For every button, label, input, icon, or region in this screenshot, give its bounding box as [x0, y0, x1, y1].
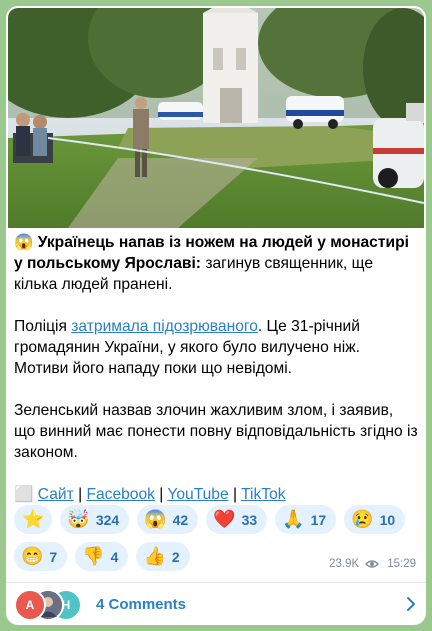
reaction-cry[interactable]: 😢 10 — [344, 505, 406, 534]
reaction-exploding-head[interactable]: 🤯 324 — [60, 505, 130, 534]
comments-button[interactable]: A H 4 Comments — [6, 583, 426, 625]
scream-icon: 😱 — [144, 509, 167, 529]
reaction-count: 10 — [379, 511, 396, 528]
post-text: 😱 Українець напав із ножем на людей у мо… — [14, 232, 418, 526]
reaction-count: 2 — [171, 548, 180, 565]
post-photo[interactable] — [8, 8, 424, 228]
view-count: 23.9K — [329, 558, 360, 570]
avatar-letter: A — [25, 598, 35, 612]
reaction-grin[interactable]: 😁 7 — [14, 542, 68, 571]
scream-emoji: 😱 — [14, 234, 34, 251]
youtube-link[interactable]: YouTube — [167, 486, 228, 503]
paragraph-2: Поліція затримала підозрюваного. Це 31-р… — [14, 316, 418, 379]
paragraph-3: Зеленський назвав злочин жахливим злом, … — [14, 402, 418, 461]
reaction-count: 33 — [241, 511, 258, 528]
reaction-thumbs-up[interactable]: 👍 2 — [136, 542, 190, 571]
commenter-avatars: A H — [14, 589, 94, 621]
separator: | — [154, 486, 168, 503]
square-emoji: ⬜ — [14, 486, 34, 503]
thumbs-down-icon: 👎 — [82, 546, 105, 566]
site-link[interactable]: Сайт — [38, 486, 74, 503]
reaction-count: 42 — [172, 511, 189, 528]
p2-before: Поліція — [14, 318, 72, 335]
thumbs-up-icon: 👍 — [143, 546, 166, 566]
message-meta: 23.9K 15:29 — [329, 558, 416, 570]
reaction-count: 324 — [95, 511, 120, 528]
exploding-head-icon: 🤯 — [67, 509, 90, 529]
tiktok-link[interactable]: TikTok — [241, 486, 285, 503]
reaction-count: 17 — [310, 511, 327, 528]
reactions-row-1: ⭐ 🤯 324 😱 42 ❤️ 33 🙏 17 😢 10 — [14, 505, 414, 534]
star-icon: ⭐ — [22, 509, 45, 529]
reaction-pray[interactable]: 🙏 17 — [275, 505, 337, 534]
crying-face-icon: 😢 — [351, 509, 374, 529]
social-links: ⬜ Сайт | Facebook | YouTube | TikTok — [14, 484, 418, 505]
reaction-count: 4 — [110, 548, 119, 565]
facebook-link[interactable]: Facebook — [86, 486, 154, 503]
reaction-thumbs-down[interactable]: 👎 4 — [75, 542, 129, 571]
message-card: 😱 Українець напав із ножем на людей у мо… — [6, 6, 426, 625]
message-time: 15:29 — [387, 558, 416, 570]
avatar: A — [14, 589, 46, 621]
pray-icon: 🙏 — [282, 509, 305, 529]
grin-icon: 😁 — [21, 546, 44, 566]
reaction-count: 7 — [49, 548, 58, 565]
chevron-right-icon — [407, 597, 415, 611]
separator: | — [228, 486, 242, 503]
reaction-heart[interactable]: ❤️ 33 — [206, 505, 268, 534]
heart-icon: ❤️ — [213, 509, 236, 529]
photo-image — [8, 8, 424, 228]
reaction-scream[interactable]: 😱 42 — [137, 505, 199, 534]
star-reaction[interactable]: ⭐ — [14, 505, 53, 534]
suspect-detained-link[interactable]: затримала підозрюваного — [71, 318, 258, 335]
separator: | — [73, 486, 87, 503]
eye-icon — [365, 560, 380, 568]
comments-label: 4 Comments — [96, 595, 187, 613]
paragraph-1: 😱 Українець напав із ножем на людей у мо… — [14, 232, 418, 295]
